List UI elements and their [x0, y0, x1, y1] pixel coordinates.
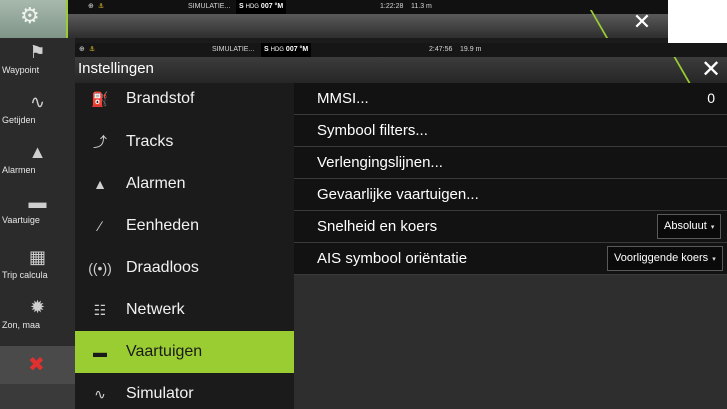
vessel-settings-pane: MMSI... 0 Symbool filters... Verlengings…	[294, 83, 727, 409]
option-label: Symbool filters...	[317, 122, 428, 139]
bottom-bar	[0, 384, 75, 409]
distance-readout: 19.9 m	[460, 46, 482, 53]
option-ais-symbol-orientation: AIS symbool oriëntatie Voorliggende koer…	[294, 243, 727, 275]
status-bar: ⊕ ⚓ SIMULATIE... S HDG 007 °M 2:47:56 19…	[75, 43, 727, 57]
sidebar-item-vaartuigen[interactable]: ▬ Vaartuige	[0, 188, 75, 238]
option-dangerous-vessels[interactable]: Gevaarlijke vaartuigen...	[294, 179, 727, 211]
heading-prefix: S	[264, 46, 269, 53]
heading-label: HDG	[270, 47, 284, 53]
heading-readout: S HDG 007 °M	[261, 43, 312, 57]
speed-course-dropdown[interactable]: Absoluut ▾	[657, 214, 722, 239]
anchor-icon: ⚓	[89, 46, 96, 53]
cancel-icon: ✖	[28, 354, 45, 376]
track-icon: ⤴	[93, 134, 107, 150]
sidebar-item-label: Vaartuige	[2, 215, 40, 225]
mmsi-value: 0	[707, 90, 715, 106]
gps-icon: ⊕	[79, 46, 85, 53]
heading-prefix: S	[239, 3, 244, 10]
menu-item-label: Eenheden	[126, 217, 199, 234]
menu-item-tracks[interactable]: ⤴ Tracks	[75, 121, 294, 163]
ruler-icon: ∕	[98, 218, 102, 234]
option-label: Snelheid en koers	[317, 218, 438, 235]
sidebar-item-label: Zon, maa	[2, 320, 41, 330]
menu-item-label: Tracks	[126, 133, 174, 150]
sidebar-item-getijden[interactable]: ∿ Getijden	[0, 88, 75, 138]
bell-icon: ▲	[28, 142, 47, 162]
menu-item-draadloos[interactable]: ((•)) Draadloos	[75, 247, 294, 289]
gear-icon: ⚙	[20, 3, 40, 28]
calculator-icon: ▦	[28, 247, 46, 267]
fuel-icon: ⛽	[91, 91, 109, 107]
close-button[interactable]: ✕	[622, 8, 662, 36]
network-icon: ☷	[93, 302, 107, 318]
option-label: Verlengingslijnen...	[317, 154, 443, 171]
menu-item-label: Simulator	[126, 385, 194, 402]
title-bar	[0, 14, 668, 38]
cancel-button[interactable]: ✖	[0, 346, 75, 384]
settings-menu: ⛽ Brandstof ⤴ Tracks ▲ Alarmen ∕ Eenhede…	[75, 83, 294, 409]
close-button[interactable]: ✕	[695, 57, 727, 83]
dropdown-value: Absoluut	[664, 220, 707, 232]
chevron-down-icon: ▾	[712, 256, 716, 263]
menu-item-label: Vaartuigen	[126, 343, 203, 360]
sidebar-item-label: Getijden	[2, 115, 36, 125]
simulator-icon: ∿	[94, 386, 106, 402]
heading-value: 007 °M	[260, 3, 284, 10]
settings-button[interactable]: ⚙	[0, 0, 68, 38]
chevron-down-icon: ▾	[710, 224, 715, 231]
option-speed-course: Snelheid en koers Absoluut ▾	[294, 211, 727, 243]
status-bar: ⊕ ⚓ SIMULATIE... S HDG 007 °M 1:22:28 11…	[0, 0, 668, 14]
heading-value: 007 °M	[285, 46, 309, 53]
menu-item-eenheden[interactable]: ∕ Eenheden	[75, 205, 294, 247]
tide-icon: ∿	[29, 92, 46, 112]
menu-item-label: Alarmen	[126, 175, 186, 192]
flag-icon: ⚑	[29, 42, 46, 62]
option-label: Gevaarlijke vaartuigen...	[317, 186, 479, 203]
option-label: MMSI...	[317, 90, 369, 107]
option-extension-lines[interactable]: Verlengingslijnen...	[294, 147, 727, 179]
gps-icon: ⊕	[88, 3, 94, 10]
page-title: Instellingen	[78, 60, 154, 77]
sidebar-item-label: Waypoint	[2, 65, 40, 75]
bell-icon: ▲	[93, 176, 107, 192]
clock: 2:47:56	[429, 46, 453, 53]
option-symbol-filters[interactable]: Symbool filters...	[294, 115, 727, 147]
heading-label: HDG	[245, 4, 259, 10]
menu-item-label: Netwerk	[126, 301, 185, 318]
menu-item-vaartuigen[interactable]: ▬ Vaartuigen	[75, 331, 294, 373]
sidebar-item-sun-moon[interactable]: ✹ Zon, maa	[0, 293, 75, 343]
vessel-icon: ▬	[28, 192, 47, 212]
ais-orientation-dropdown[interactable]: Voorliggende koers ▾	[607, 246, 723, 271]
heading-readout: S HDG 007 °M	[236, 0, 287, 14]
simulation-status: SIMULATIE...	[212, 46, 255, 53]
menu-item-brandstof[interactable]: ⛽ Brandstof	[75, 82, 294, 124]
distance-readout: 11.3 m	[411, 3, 432, 10]
sidebar-item-trip-calculator[interactable]: ▦ Trip calcula	[0, 243, 75, 293]
sidebar-item-alarmen[interactable]: ▲ Alarmen	[0, 138, 75, 188]
option-mmsi[interactable]: MMSI... 0	[294, 83, 727, 115]
option-label: AIS symbool oriëntatie	[317, 250, 468, 267]
menu-item-alarmen[interactable]: ▲ Alarmen	[75, 163, 294, 205]
menu-item-netwerk[interactable]: ☷ Netwerk	[75, 289, 294, 331]
simulation-status: SIMULATIE...	[188, 3, 231, 10]
sidebar-item-waypoint[interactable]: ⚑ Waypoint	[0, 38, 75, 88]
sidebar-item-label: Alarmen	[2, 165, 36, 175]
dropdown-value: Voorliggende koers	[614, 252, 709, 264]
sun-icon: ✹	[29, 297, 46, 317]
anchor-icon: ⚓	[98, 3, 105, 10]
wireless-icon: ((•))	[88, 260, 112, 276]
settings-dialog: ⊕ ⚓ SIMULATIE... S HDG 007 °M 2:47:56 19…	[75, 43, 727, 409]
menu-item-simulator[interactable]: ∿ Simulator	[75, 373, 294, 409]
menu-item-label: Brandstof	[126, 90, 195, 107]
menu-item-label: Draadloos	[126, 259, 199, 276]
clock: 1:22:28	[380, 3, 404, 10]
vessel-icon: ▬	[93, 344, 107, 360]
sidebar-item-label: Trip calcula	[2, 270, 48, 280]
